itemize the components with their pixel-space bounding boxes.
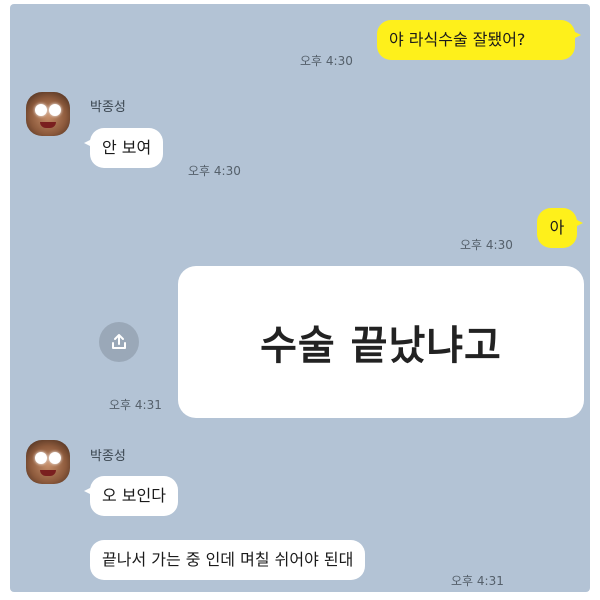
message-time: 오후 4:31 xyxy=(451,574,504,588)
share-button[interactable] xyxy=(99,322,139,362)
avatar-eye xyxy=(49,104,61,116)
message-bubble-outgoing[interactable]: 야 라식수술 잘됐어? xyxy=(377,20,581,60)
sender-name: 박종성 xyxy=(90,100,126,115)
message-bubble-incoming[interactable]: 오 보인다 xyxy=(84,476,178,516)
share-upload-icon xyxy=(112,334,126,349)
message-time: 오후 4:31 xyxy=(109,398,162,412)
profile-avatar[interactable] xyxy=(26,440,70,484)
message-time: 오후 4:30 xyxy=(460,238,513,252)
avatar-eye xyxy=(35,452,47,464)
message-bubble-outgoing-large[interactable]: 수술 끝났냐고 xyxy=(178,266,584,418)
avatar-mouth xyxy=(40,122,56,128)
sender-name: 박종성 xyxy=(90,449,126,464)
message-bubble-incoming[interactable]: 끝나서 가는 중 인데 며칠 쉬어야 된대 xyxy=(90,540,366,580)
message-time: 오후 4:30 xyxy=(188,164,241,178)
avatar-eye xyxy=(35,104,47,116)
avatar-eye xyxy=(49,452,61,464)
message-time: 오후 4:30 xyxy=(300,54,353,68)
message-bubble-incoming[interactable]: 안 보여 xyxy=(83,128,164,168)
profile-avatar[interactable] xyxy=(26,92,70,136)
message-bubble-outgoing[interactable]: 아 xyxy=(537,208,583,248)
avatar-mouth xyxy=(40,470,56,476)
chat-window: 오후 4:30 야 라식수술 잘됐어? 박종성 안 보여 오후 4:30 오후 … xyxy=(10,4,590,592)
